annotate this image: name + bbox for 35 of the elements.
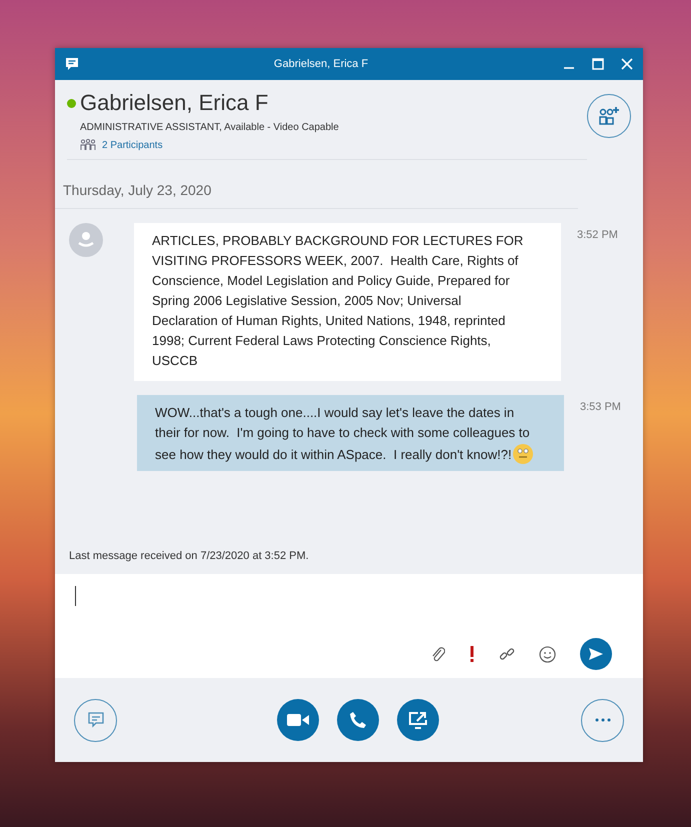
last-message-status: Last message received on 7/23/2020 at 3:52 PM. [68, 550, 310, 564]
text-cursor [75, 586, 76, 606]
people-icon [80, 139, 96, 151]
smiley-icon[interactable] [539, 646, 556, 662]
more-options-button[interactable] [581, 698, 624, 742]
window-title: Gabrielsen, Erica F [272, 58, 370, 70]
participants-link[interactable]: 2 Participants [102, 140, 163, 150]
add-people-button[interactable] [587, 94, 631, 138]
video-call-button[interactable] [277, 699, 319, 741]
conversation-button[interactable] [74, 698, 117, 742]
phone-call-button[interactable] [337, 699, 379, 741]
share-screen-icon [408, 710, 428, 730]
maximize-icon[interactable] [592, 58, 604, 70]
message-time: 3:53 PM [580, 401, 621, 413]
exclamation-icon[interactable] [469, 645, 475, 663]
more-icon [594, 718, 610, 722]
message-time: 3:52 PM [577, 229, 618, 241]
phone-icon [349, 711, 367, 729]
send-button[interactable] [580, 638, 612, 670]
avatar-icon [69, 223, 103, 257]
chat-icon [65, 57, 79, 71]
link-icon[interactable] [499, 646, 515, 662]
contact-name: Gabrielsen, Erica F [80, 90, 268, 116]
message-bubble: WOW...that's a tough one....I would say let's leave the dates in their for now. I'm going to have to check with some colleagues to see how they would do it within ASpace. I really don't know!?! [137, 395, 564, 471]
conversation-date: Thursday, July 23, 2020 [55, 160, 578, 209]
contact-status: ADMINISTRATIVE ASSISTANT, Available - Video Capable [80, 122, 340, 133]
video-camera-icon [287, 713, 309, 727]
close-icon[interactable] [621, 58, 633, 70]
add-people-icon [597, 105, 621, 127]
send-icon [588, 647, 604, 661]
share-screen-button[interactable] [397, 699, 439, 741]
message-input-field[interactable] [55, 574, 643, 678]
paperclip-icon[interactable] [431, 646, 445, 662]
message-bubble: ARTICLES, PROBABLY BACKGROUND FOR LECTURES FOR VISITING PROFESSORS WEEK, 2007. Health Care, Rights of Conscience, Model Legislation and Policy Guide, Prepared for Spring 2006 Legislative Session, 2005 Nov; Universal Declaration of Human Rights, United Nations, 1948, reprinted 1998; Current Federal Laws Protecting Conscience Rights, USCCB [134, 223, 561, 381]
chat-icon [86, 710, 106, 730]
